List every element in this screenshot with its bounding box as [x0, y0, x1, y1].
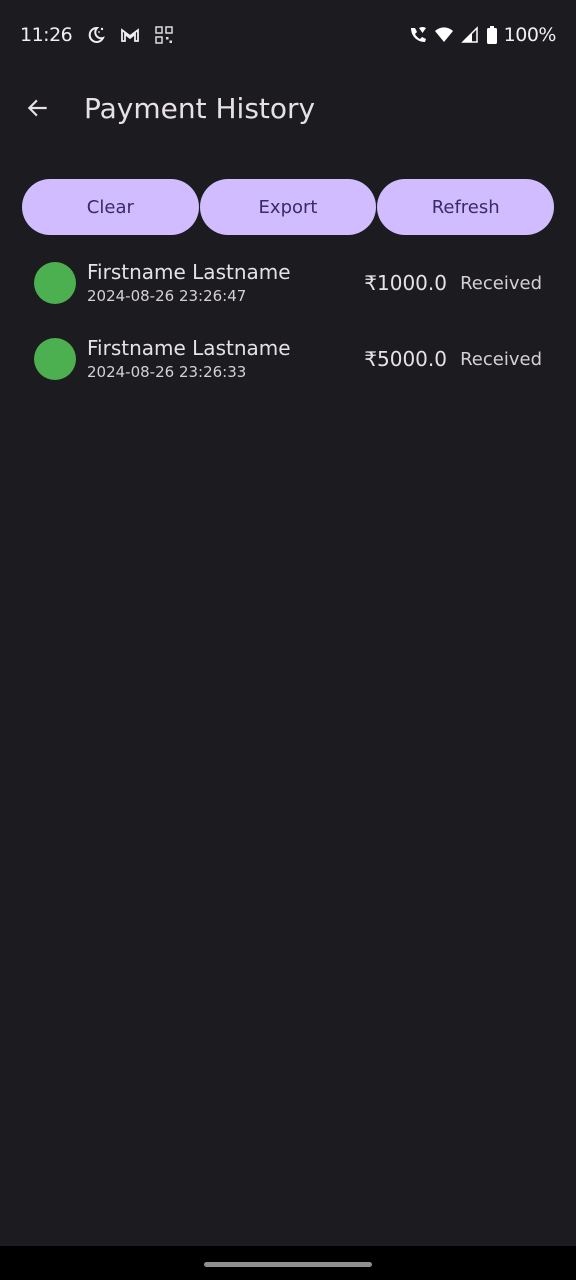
payment-row[interactable]: Firstname Lastname 2024-08-26 23:26:47 ₹…	[0, 245, 576, 321]
payment-status: Received	[460, 348, 542, 370]
status-dot-icon	[34, 262, 76, 304]
status-right: 100%	[408, 24, 557, 46]
payment-amount: ₹5000.0	[364, 347, 447, 371]
payer-name: Firstname Lastname	[87, 260, 291, 284]
gmail-icon	[121, 28, 140, 42]
qr-code-icon	[155, 26, 174, 44]
navigation-bar	[0, 1246, 576, 1280]
status-left: 11:26	[20, 24, 174, 46]
arrow-left-icon	[27, 99, 47, 117]
moon-icon	[88, 26, 106, 43]
status-dot-icon	[34, 338, 76, 380]
payment-datetime: 2024-08-26 23:26:47	[87, 287, 247, 305]
payment-list: Firstname Lastname 2024-08-26 23:26:47 ₹…	[0, 245, 576, 397]
action-buttons: Clear Export Refresh	[22, 179, 555, 235]
clear-button[interactable]: Clear	[22, 179, 199, 235]
payment-amount: ₹1000.0	[364, 271, 447, 295]
battery-icon	[486, 26, 497, 44]
app-bar: Payment History	[0, 72, 576, 144]
back-button[interactable]	[14, 84, 62, 132]
payment-status: Received	[460, 272, 542, 294]
battery-percent: 100%	[503, 24, 557, 46]
export-button[interactable]: Export	[199, 179, 377, 235]
payment-datetime: 2024-08-26 23:26:33	[87, 363, 247, 381]
payer-name: Firstname Lastname	[87, 336, 291, 360]
page-title: Payment History	[84, 91, 316, 125]
home-handle[interactable]	[204, 1262, 372, 1267]
payment-texts: Firstname Lastname 2024-08-26 23:26:47	[87, 259, 291, 307]
wifi-icon	[434, 27, 453, 42]
status-bar: 11:26 100%	[0, 0, 576, 70]
clock: 11:26	[20, 24, 73, 46]
refresh-button[interactable]: Refresh	[377, 179, 555, 235]
wifi-calling-icon	[410, 27, 426, 42]
payment-row[interactable]: Firstname Lastname 2024-08-26 23:26:33 ₹…	[0, 321, 576, 397]
signal-icon	[460, 26, 478, 43]
payment-texts: Firstname Lastname 2024-08-26 23:26:33	[87, 335, 291, 383]
